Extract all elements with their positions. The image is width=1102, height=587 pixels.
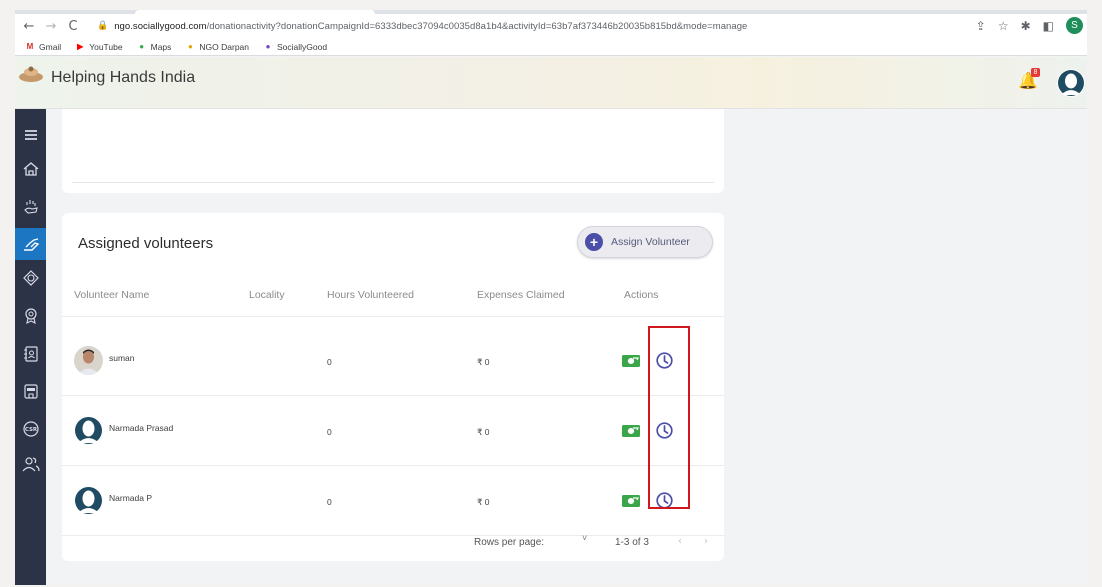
- divider: [72, 182, 714, 183]
- url-host: ngo.sociallygood.com: [114, 20, 207, 32]
- menu-icon: [24, 130, 37, 140]
- table-row: Narmada Prasad 0 ₹ 0: [62, 396, 724, 466]
- bookmarks-bar: M Gmail ▶ YouTube ● Maps ● NGO Darpan ● SociallyG…: [15, 38, 1087, 56]
- badge-icon: [22, 270, 39, 286]
- sidebar-item-users[interactable]: [15, 448, 46, 480]
- lock-icon[interactable]: 🔒: [97, 21, 108, 31]
- reload-icon[interactable]: C: [65, 19, 81, 34]
- hours-cell: 0: [327, 427, 332, 437]
- csr-icon: CSR: [22, 421, 39, 437]
- highlight-box: [648, 326, 690, 509]
- side-panel-icon[interactable]: ◧: [1043, 19, 1054, 33]
- assign-volunteer-label: Assign Volunteer: [611, 236, 690, 248]
- rows-per-page-select[interactable]: ˅: [582, 533, 587, 543]
- volunteer-activity-icon: [23, 238, 39, 251]
- expenses-cell: ₹ 0: [477, 427, 490, 437]
- forward-icon[interactable]: →: [43, 19, 59, 34]
- youtube-icon: ▶: [77, 42, 84, 51]
- svg-text:CSR: CSR: [24, 427, 37, 433]
- assign-volunteer-button[interactable]: + Assign Volunteer: [577, 226, 713, 258]
- users-icon: [22, 457, 40, 472]
- money-icon[interactable]: [622, 425, 640, 437]
- url-path: /donationactivity?donationCampaignId=633…: [206, 20, 748, 32]
- home-icon: [23, 162, 38, 176]
- profile-avatar[interactable]: S: [1066, 17, 1083, 34]
- money-icon[interactable]: [622, 355, 640, 367]
- user-avatar[interactable]: [1057, 69, 1085, 97]
- browser-toolbar: ← → C 🔒 ngo.sociallygood.com/donationact…: [15, 14, 1087, 38]
- sociallygood-icon: ●: [265, 42, 271, 51]
- bookmark-label: SociallyGood: [277, 41, 328, 52]
- bookmark-maps[interactable]: ● Maps: [137, 41, 172, 52]
- gmail-icon: M: [26, 42, 34, 51]
- bookmark-youtube[interactable]: ▶ YouTube: [75, 42, 122, 52]
- hours-cell: 0: [327, 357, 332, 367]
- table-row: suman 0 ₹ 0: [62, 326, 724, 396]
- bookmark-label: YouTube: [89, 41, 123, 52]
- toolbar-actions: ⇪ ☆ ✱ ◧ S: [976, 17, 1083, 34]
- star-icon[interactable]: ☆: [998, 19, 1009, 33]
- share-icon[interactable]: ⇪: [976, 19, 986, 33]
- notification-badge: 8: [1031, 68, 1040, 77]
- expenses-cell: ₹ 0: [477, 497, 490, 507]
- column-header-hours: Hours Volunteered: [327, 289, 414, 301]
- activity-details-card: [62, 109, 724, 193]
- volunteer-avatar: [74, 486, 103, 515]
- header-divider: [62, 316, 724, 317]
- sidebar-item-award[interactable]: [15, 300, 46, 332]
- sidebar-item-volunteer-activity[interactable]: [15, 228, 46, 260]
- money-icon[interactable]: [622, 495, 640, 507]
- ngo-darpan-icon: ●: [187, 42, 193, 51]
- browser-window: ← → C 🔒 ngo.sociallygood.com/donationact…: [15, 10, 1087, 585]
- volunteer-name: Narmada Prasad: [109, 423, 174, 433]
- rows-per-page-label: Rows per page:: [474, 537, 545, 548]
- maps-icon: ●: [139, 42, 145, 51]
- previous-page-button[interactable]: ‹: [678, 536, 682, 547]
- volunteer-name: Narmada P: [109, 493, 152, 503]
- column-header-actions: Actions: [624, 289, 659, 301]
- assigned-volunteers-card: Assigned volunteers + Assign Volunteer V…: [62, 213, 724, 561]
- ngo-icon: [23, 384, 38, 399]
- extensions-icon[interactable]: ✱: [1021, 19, 1031, 33]
- sidebar-item-menu[interactable]: [15, 119, 46, 151]
- sidebar-item-home[interactable]: [15, 153, 46, 185]
- bookmark-label: Gmail: [39, 41, 62, 52]
- sidebar-item-ngo[interactable]: [15, 375, 46, 407]
- bookmark-ngo-darpan[interactable]: ● NGO Darpan: [185, 42, 249, 52]
- page-range: 1-3 of 3: [615, 537, 649, 548]
- award-icon: [24, 308, 37, 324]
- plus-circle-icon: +: [585, 233, 603, 251]
- address-bar[interactable]: ngo.sociallygood.com/donationactivity?do…: [114, 21, 747, 32]
- bookmark-label: NGO Darpan: [199, 41, 250, 52]
- brand-name[interactable]: Helping Hands India: [51, 69, 195, 87]
- donation-hand-icon: [23, 200, 38, 214]
- expenses-cell: ₹ 0: [477, 357, 490, 367]
- column-header-expenses: Expenses Claimed: [477, 289, 565, 301]
- sidebar: CSR: [15, 109, 46, 585]
- volunteer-avatar: [74, 346, 103, 375]
- helping-hands-logo: [19, 66, 43, 82]
- sidebar-item-donation-hand[interactable]: [15, 191, 46, 223]
- app-header: Helping Hands India 🔔 8: [15, 57, 1087, 109]
- sidebar-item-contacts[interactable]: [15, 338, 46, 370]
- column-header-locality: Locality: [249, 289, 285, 301]
- pagination: Rows per page: ˅ 1-3 of 3 ‹ ›: [62, 533, 724, 555]
- table-row: Narmada P 0 ₹ 0: [62, 466, 724, 536]
- volunteer-name: suman: [109, 353, 135, 363]
- section-title: Assigned volunteers: [78, 235, 214, 252]
- sidebar-item-csr[interactable]: CSR: [15, 413, 46, 445]
- column-header-volunteer-name: Volunteer Name: [74, 289, 150, 301]
- bookmark-gmail[interactable]: M Gmail: [25, 41, 62, 52]
- next-page-button[interactable]: ›: [704, 536, 708, 547]
- volunteer-avatar: [74, 416, 103, 445]
- bookmark-label: Maps: [150, 41, 172, 52]
- bookmark-sociallygood[interactable]: ● SociallyGood: [263, 41, 328, 52]
- contacts-icon: [23, 346, 38, 362]
- hours-cell: 0: [327, 497, 332, 507]
- back-icon[interactable]: ←: [21, 19, 37, 34]
- sidebar-item-badge[interactable]: [15, 262, 46, 294]
